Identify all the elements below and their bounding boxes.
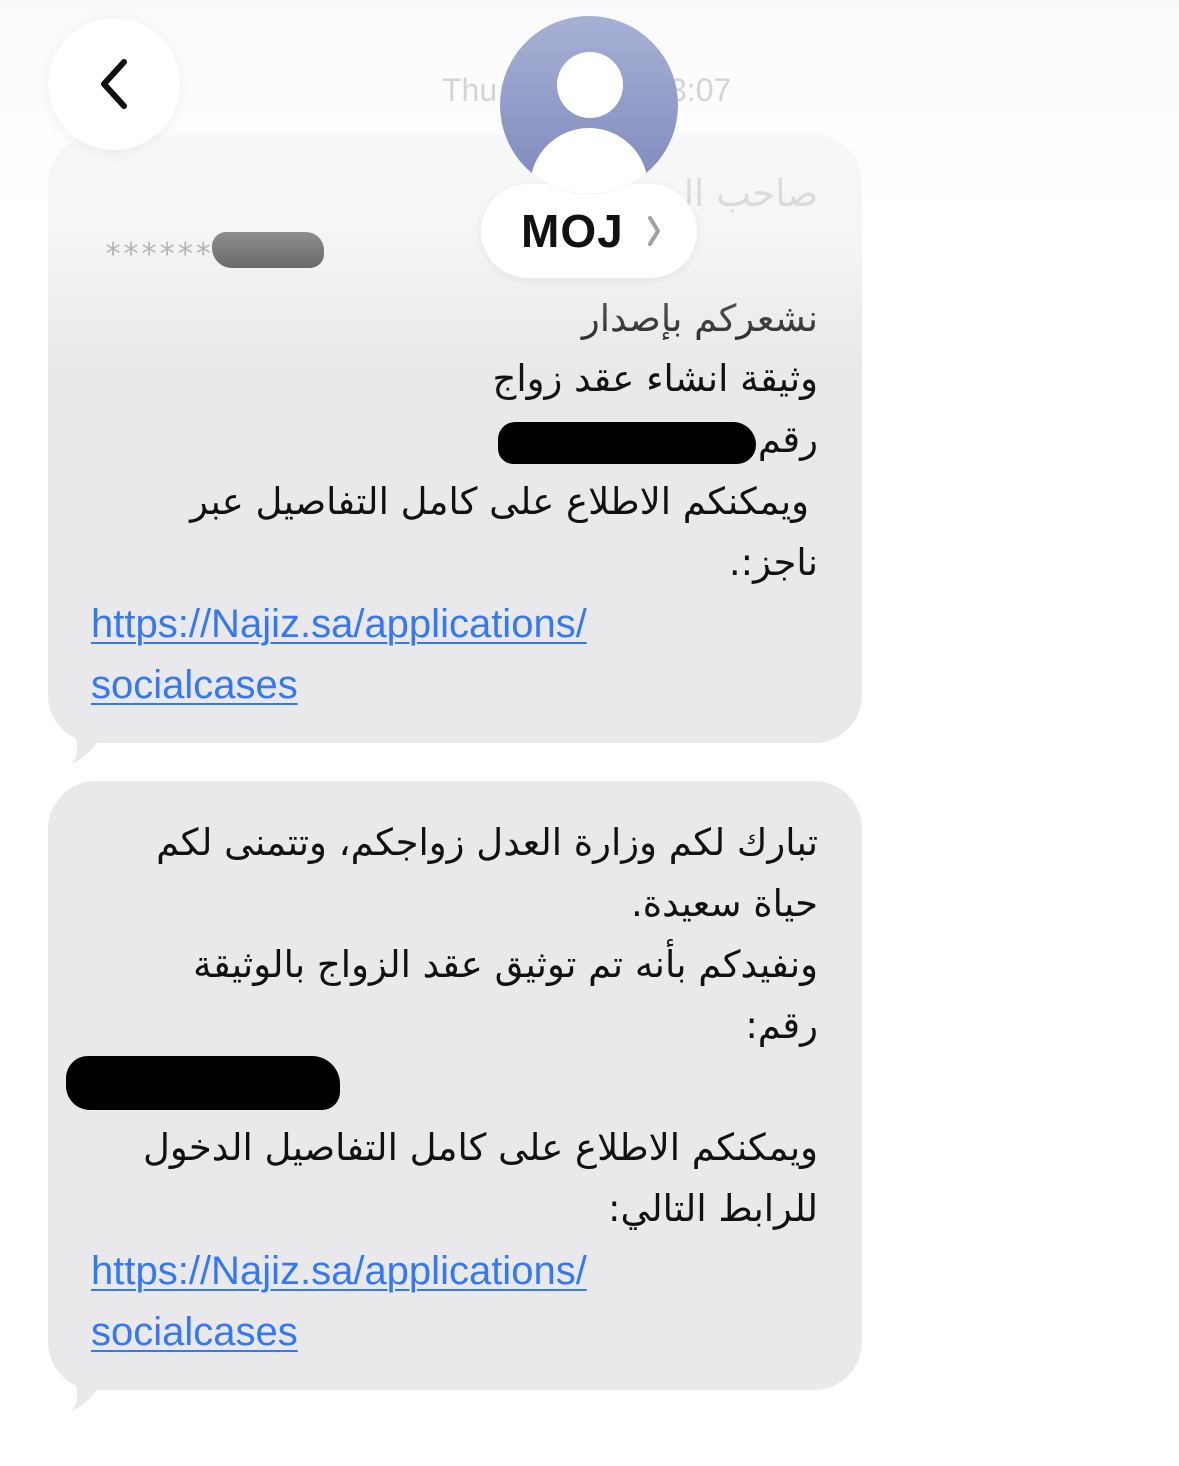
- bubble-tail: [56, 700, 112, 764]
- message-text-line: حياة سعيدة.: [630, 882, 818, 925]
- masked-number: ******: [104, 237, 213, 272]
- avatar-head: [557, 52, 623, 118]
- person-avatar-icon[interactable]: [500, 16, 678, 194]
- message-text-line: ونفيدكم بأنه تم توثيق عقد الزواج بالوثيق…: [193, 943, 818, 986]
- message-text-line: رقم:: [745, 1004, 818, 1047]
- najiz-link[interactable]: socialcases: [91, 663, 298, 708]
- redaction-mark: [212, 232, 324, 268]
- message-text-line: نشعركم بإصدار: [581, 297, 818, 340]
- redaction-mark: [66, 1056, 340, 1110]
- najiz-link[interactable]: https://Najiz.sa/applications/: [91, 602, 587, 647]
- redaction-mark: [498, 422, 756, 464]
- timestamp-day: Thu: [442, 72, 498, 108]
- message-text-line: تبارك لكم وزارة العدل زواجكم، وتتمنى لكم: [156, 821, 818, 864]
- chevron-right-icon: [648, 216, 660, 246]
- message-text-line: ويمكنكم الاطلاع على كامل التفاصيل عبر: [190, 480, 809, 523]
- back-button[interactable]: [48, 18, 180, 150]
- contact-name-pill[interactable]: MOJ: [481, 184, 697, 278]
- contact-name: MOJ: [521, 205, 624, 257]
- bubble-tail: [56, 1347, 112, 1411]
- message-text-line: ناجز:.: [728, 541, 818, 584]
- message-text-line: رقم: [757, 418, 818, 461]
- timestamp-time: 3:07: [669, 72, 732, 108]
- avatar-shoulders: [530, 128, 648, 194]
- message-text-line: وثيقة انشاء عقد زواج: [492, 357, 818, 400]
- message-text-line: ويمكنكم الاطلاع على كامل التفاصيل الدخول: [142, 1126, 818, 1169]
- najiz-link[interactable]: socialcases: [91, 1310, 298, 1355]
- message-text-line: للرابط التالي:: [608, 1187, 818, 1230]
- najiz-link[interactable]: https://Najiz.sa/applications/: [91, 1249, 587, 1294]
- chevron-left-icon: [101, 59, 127, 109]
